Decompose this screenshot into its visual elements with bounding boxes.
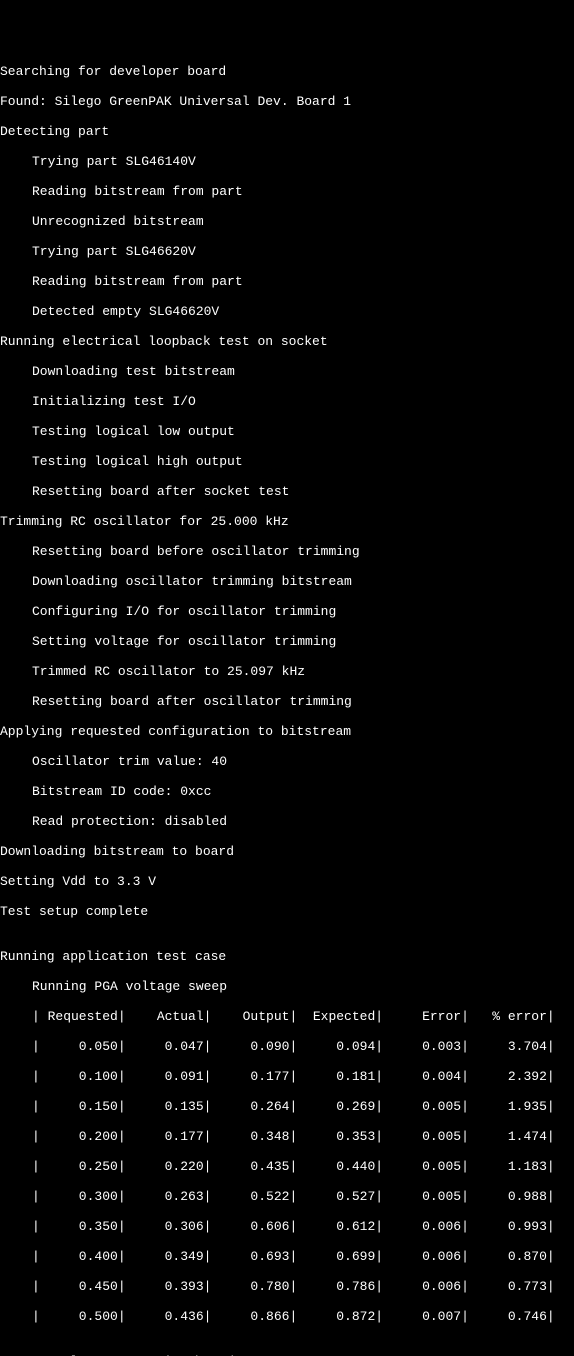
terminal-line: Setting Vdd to 3.3 V	[0, 874, 574, 889]
terminal-line: Read protection: disabled	[0, 814, 574, 829]
table-row: | 0.300| 0.263| 0.522| 0.527| 0.005| 0.9…	[0, 1189, 574, 1204]
terminal-line: Trying part SLG46620V	[0, 244, 574, 259]
terminal-line: Setting voltage for oscillator trimming	[0, 634, 574, 649]
terminal-line: Searching for developer board	[0, 64, 574, 79]
terminal-line: Applying requested configuration to bits…	[0, 724, 574, 739]
terminal-line: Reading bitstream from part	[0, 274, 574, 289]
terminal-line: Running electrical loopback test on sock…	[0, 334, 574, 349]
table-row: | 0.350| 0.306| 0.606| 0.612| 0.006| 0.9…	[0, 1219, 574, 1234]
terminal-line: Unrecognized bitstream	[0, 214, 574, 229]
terminal-line: Running application test case	[0, 949, 574, 964]
table-row: | 0.050| 0.047| 0.090| 0.094| 0.003| 3.7…	[0, 1039, 574, 1054]
terminal-line: Test setup complete	[0, 904, 574, 919]
terminal-line: Testing logical high output	[0, 454, 574, 469]
terminal-line: Bitstream ID code: 0xcc	[0, 784, 574, 799]
terminal-line: Trimming RC oscillator for 25.000 kHz	[0, 514, 574, 529]
terminal-line: Resetting board before oscillator trimmi…	[0, 544, 574, 559]
terminal-line: Oscillator trim value: 40	[0, 754, 574, 769]
terminal-line: Configuring I/O for oscillator trimming	[0, 604, 574, 619]
terminal-line: Reading bitstream from part	[0, 184, 574, 199]
terminal-line: Detecting part	[0, 124, 574, 139]
table-row: | 0.200| 0.177| 0.348| 0.353| 0.005| 1.4…	[0, 1129, 574, 1144]
terminal-line: Running PGA voltage sweep	[0, 979, 574, 994]
terminal-line: Downloading oscillator trimming bitstrea…	[0, 574, 574, 589]
table-row: | 0.100| 0.091| 0.177| 0.181| 0.004| 2.3…	[0, 1069, 574, 1084]
table-row: | 0.400| 0.349| 0.693| 0.699| 0.006| 0.8…	[0, 1249, 574, 1264]
terminal-line: Trying part SLG46140V	[0, 154, 574, 169]
table-row: | 0.150| 0.135| 0.264| 0.269| 0.005| 1.9…	[0, 1099, 574, 1114]
terminal-line: Test complete, resetting board	[0, 1354, 574, 1356]
table-row: | 0.250| 0.220| 0.435| 0.440| 0.005| 1.1…	[0, 1159, 574, 1174]
terminal-line: Trimmed RC oscillator to 25.097 kHz	[0, 664, 574, 679]
terminal-line: Initializing test I/O	[0, 394, 574, 409]
terminal-line: Downloading test bitstream	[0, 364, 574, 379]
terminal-line: Found: Silego GreenPAK Universal Dev. Bo…	[0, 94, 574, 109]
terminal-line: Resetting board after oscillator trimmin…	[0, 694, 574, 709]
table-header: | Requested| Actual| Output| Expected| E…	[0, 1009, 574, 1024]
table-row: | 0.500| 0.436| 0.866| 0.872| 0.007| 0.7…	[0, 1309, 574, 1324]
terminal-line: Detected empty SLG46620V	[0, 304, 574, 319]
terminal-line: Resetting board after socket test	[0, 484, 574, 499]
table-row: | 0.450| 0.393| 0.780| 0.786| 0.006| 0.7…	[0, 1279, 574, 1294]
terminal-line: Downloading bitstream to board	[0, 844, 574, 859]
terminal-line: Testing logical low output	[0, 424, 574, 439]
